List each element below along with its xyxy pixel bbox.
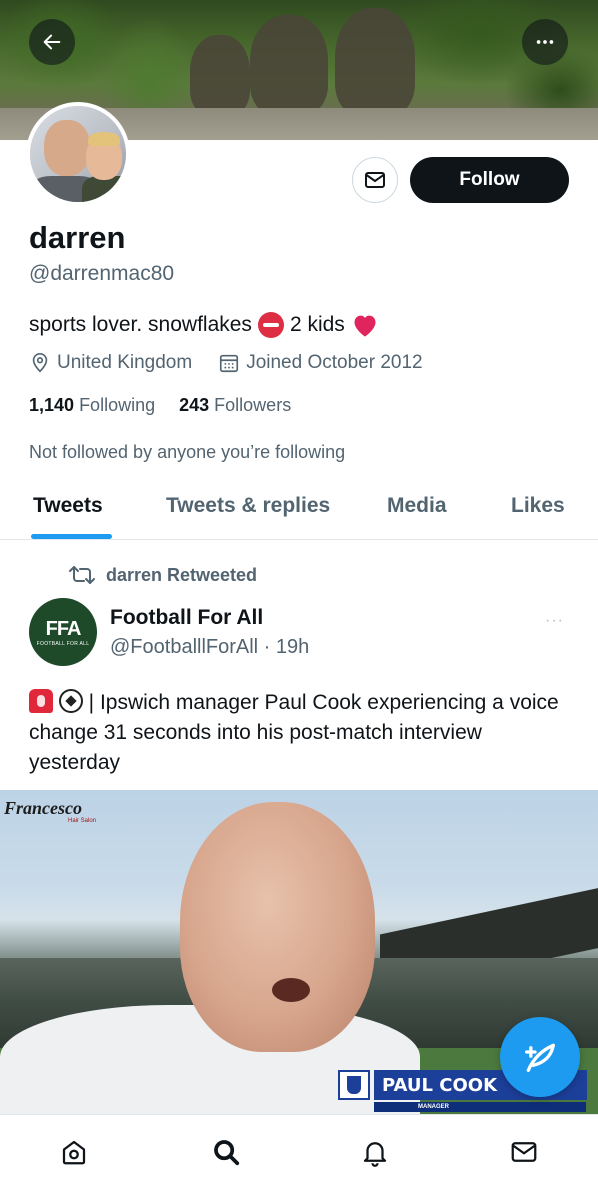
tweet-author-handle: @FootballlForAll · 19h [110,636,310,658]
nav-home[interactable] [57,1135,91,1169]
profile-meta: United Kingdom Joined October 2012 [29,352,423,374]
home-icon [62,1140,86,1165]
retweet-icon [69,566,95,584]
more-horizontal-icon [536,40,554,44]
nav-search[interactable] [209,1135,243,1169]
nav-notifications[interactable] [358,1135,392,1169]
profile-avatar[interactable] [26,102,130,206]
tweet-text: | Ipswich manager Paul Cook experiencing… [29,688,574,778]
soccer-ball-emoji-icon [58,689,83,713]
compose-tweet-button[interactable] [500,1017,580,1097]
tweet-more-button[interactable]: ··· [545,612,564,630]
back-button[interactable] [29,19,75,65]
tab-tweets-and-replies[interactable]: Tweets & replies [166,494,330,518]
location-pin-icon [32,353,48,373]
follow-button[interactable]: Follow [410,157,569,203]
nav-messages[interactable] [507,1135,541,1169]
tab-tweets[interactable]: Tweets [33,494,103,518]
tweet-author-avatar[interactable]: FFA FOOTBALL FOR ALL [29,598,97,666]
profile-bio: sports lover. snowflakes 2 kids [29,312,379,338]
mail-icon [511,1142,537,1162]
compose-feather-icon [525,1043,555,1072]
envelope-icon [365,172,385,188]
tweet-body: | Ipswich manager Paul Cook experiencing… [29,691,559,774]
not-followed-notice: Not followed by anyone you’re following [29,442,346,462]
profile-joined: Joined October 2012 [246,352,423,373]
profile-handle: @darrenmac80 [29,262,175,285]
following-count: 1,140 [29,395,75,415]
avatar-logo-text: FFA [45,617,82,640]
following-link[interactable]: 1,140 Following [29,395,155,416]
followers-count: 243 [179,395,210,415]
profile-location: United Kingdom [57,352,193,373]
follow-counts: 1,140 Following 243 Followers [29,395,291,416]
no-entry-emoji-icon [257,312,284,338]
followers-label: Followers [214,395,292,415]
retweet-context: darren Retweeted [68,564,257,586]
retweet-label[interactable]: darren Retweeted [106,565,257,586]
tab-likes[interactable]: Likes [511,494,565,518]
media-caption-role: MANAGER [374,1102,586,1112]
bell-icon [363,1142,387,1167]
profile-name: darren [29,220,126,255]
profile-tabs: Tweets Tweets & replies Media Likes [0,478,598,540]
active-tab-indicator [31,534,112,539]
bottom-navigation [0,1114,598,1200]
arrow-left-icon [43,34,61,50]
tweet-author-name[interactable]: Football For All [110,606,263,630]
search-icon [214,1140,240,1166]
message-button[interactable] [352,157,398,203]
calendar-icon [220,354,239,373]
bio-text: sports lover. snowflakes [29,313,252,336]
club-crest-icon [338,1070,370,1100]
siren-emoji-icon [29,689,53,713]
red-heart-emoji-icon [354,315,376,337]
following-label: Following [79,395,156,415]
more-options-button[interactable] [522,19,568,65]
media-brand-logo: Francesco [4,798,82,818]
bio-text-kids: 2 kids [289,313,345,336]
media-brand-sub: Hair Salon [68,818,97,824]
followers-link[interactable]: 243 Followers [179,395,291,416]
avatar-logo-subtext: FOOTBALL FOR ALL [36,640,90,647]
tab-media[interactable]: Media [387,494,447,518]
